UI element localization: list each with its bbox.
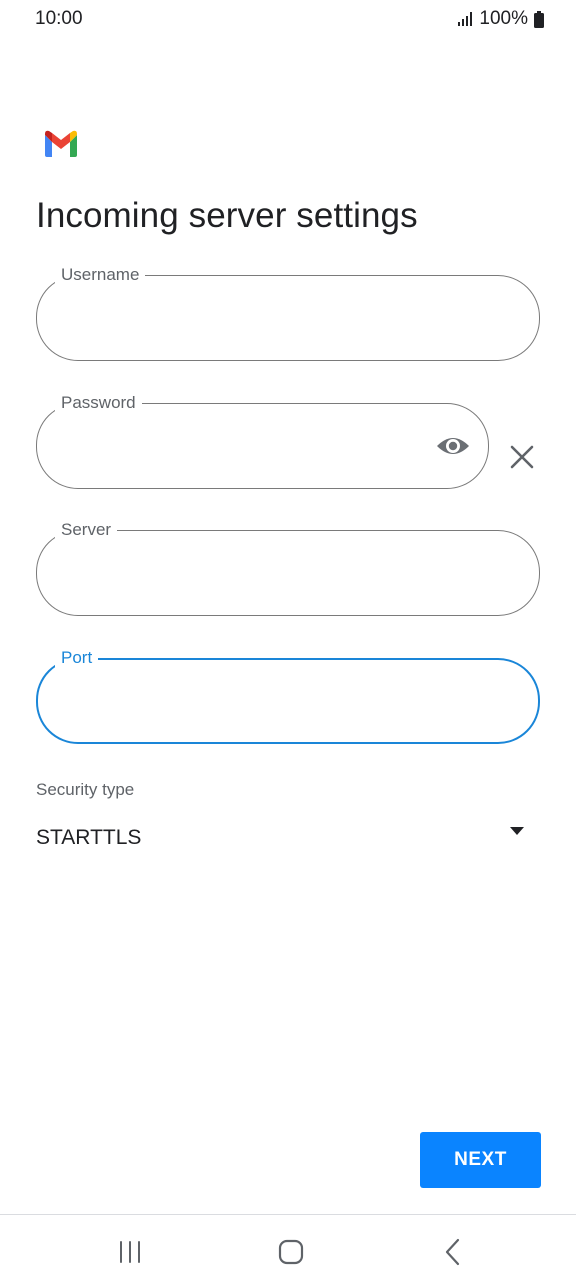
page-title: Incoming server settings xyxy=(36,196,418,235)
security-type-value: STARTTLS xyxy=(36,826,142,849)
password-label: Password xyxy=(55,392,142,414)
status-time: 10:00 xyxy=(35,8,83,29)
home-icon[interactable] xyxy=(270,1237,310,1267)
username-field[interactable]: Username xyxy=(36,264,540,361)
recents-icon[interactable] xyxy=(110,1237,150,1267)
status-indicators: 100% xyxy=(457,8,544,30)
server-field[interactable]: Server xyxy=(36,519,540,616)
battery-percent: 100% xyxy=(479,8,528,29)
dropdown-arrow-icon xyxy=(510,827,524,835)
navigation-bar xyxy=(0,1215,576,1286)
port-label: Port xyxy=(55,647,99,669)
server-input[interactable] xyxy=(61,557,479,589)
status-bar: 10:00 100% xyxy=(0,0,576,40)
port-field[interactable]: Port xyxy=(36,647,540,744)
security-type-dropdown[interactable]: STARTTLS xyxy=(36,816,540,862)
signal-icon xyxy=(458,12,473,26)
eye-icon[interactable] xyxy=(436,432,470,460)
clear-password-icon[interactable] xyxy=(509,444,535,470)
back-icon[interactable] xyxy=(432,1237,472,1267)
next-button[interactable]: NEXT xyxy=(420,1132,541,1188)
server-label: Server xyxy=(55,519,118,541)
password-field[interactable]: Password xyxy=(36,392,489,489)
password-input[interactable] xyxy=(61,430,428,462)
port-input[interactable] xyxy=(62,686,478,718)
gmail-logo xyxy=(45,130,77,157)
username-label: Username xyxy=(55,264,146,286)
username-input[interactable] xyxy=(61,302,479,334)
security-type-label: Security type xyxy=(36,780,135,799)
battery-icon xyxy=(534,10,544,28)
screen: 10:00 100% Incoming server settings User… xyxy=(0,0,576,1286)
